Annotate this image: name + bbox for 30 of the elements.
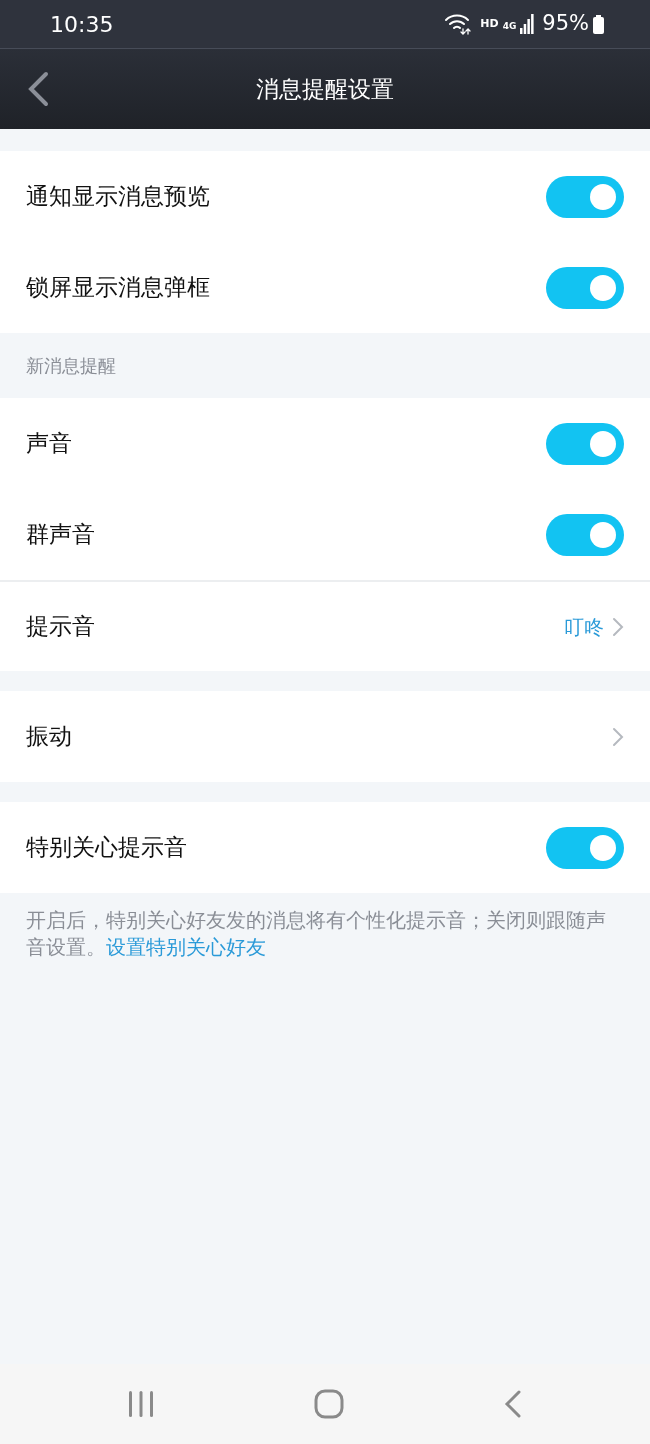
setting-label: 振动 — [26, 722, 72, 752]
setting-label: 声音 — [26, 429, 72, 459]
home-icon[interactable] — [314, 1389, 344, 1419]
battery-icon — [593, 14, 604, 34]
recent-apps-icon[interactable] — [128, 1390, 154, 1418]
setting-label: 群声音 — [26, 520, 95, 550]
back-button[interactable] — [26, 71, 50, 107]
note-link[interactable]: 设置特别关心好友 — [106, 936, 266, 959]
network-label: 4G — [502, 20, 517, 34]
clock: 10:35 — [50, 10, 114, 39]
chevron-icon — [612, 616, 624, 637]
signal-icon — [520, 14, 535, 34]
setting-value: 叮咚 — [564, 613, 604, 641]
setting-label: 特别关心提示音 — [26, 833, 187, 863]
toggle-switch[interactable] — [546, 422, 624, 465]
note-text: 开启后，特别关心好友发的消息将有个性化提示音；关闭则跟随声音设置。设置特别关心好友 — [26, 908, 607, 961]
section-heading: 新消息提醒 — [26, 354, 116, 378]
toggle-switch[interactable] — [546, 266, 624, 309]
wifi-icon — [444, 13, 473, 35]
setting-label: 锁屏显示消息弹框 — [26, 273, 210, 303]
page-title: 消息提醒设置 — [256, 74, 394, 104]
battery-percent: 95% — [542, 10, 589, 38]
toggle-switch[interactable] — [546, 826, 624, 869]
toggle-switch[interactable] — [546, 175, 624, 218]
chevron-icon — [612, 726, 624, 747]
back-icon[interactable] — [504, 1390, 522, 1418]
setting-label: 通知显示消息预览 — [26, 182, 210, 212]
hd-label: HD — [480, 15, 499, 32]
toggle-switch[interactable] — [546, 513, 624, 556]
setting-label: 提示音 — [26, 612, 95, 642]
